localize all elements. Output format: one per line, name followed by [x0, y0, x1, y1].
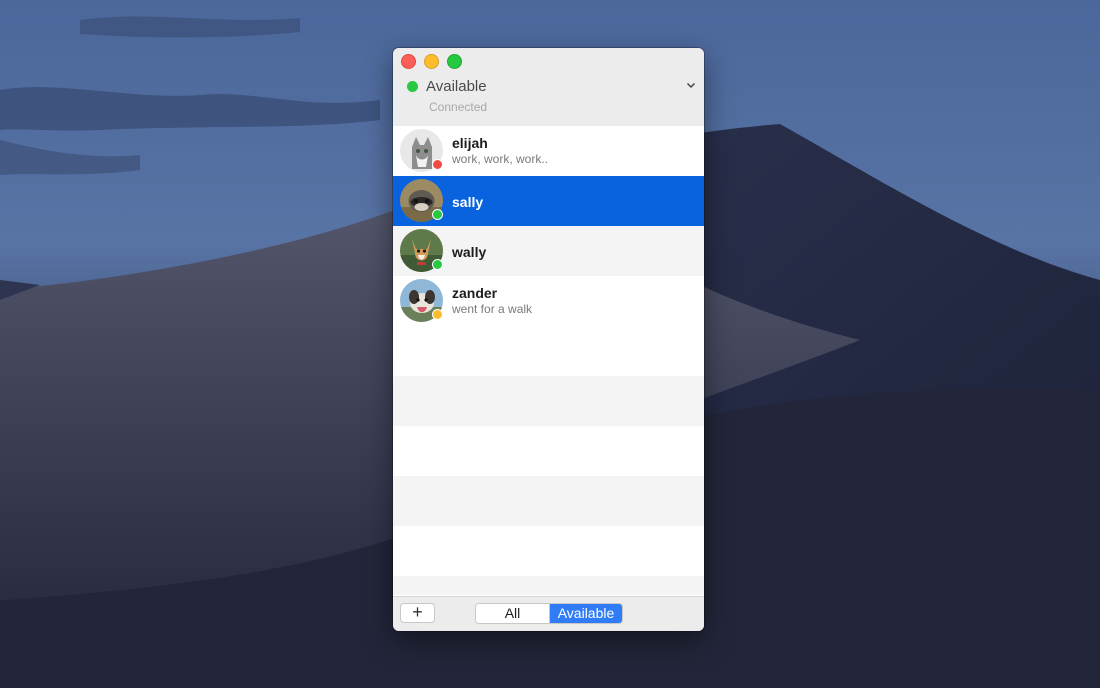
contact-row-sally[interactable]: sally — [393, 176, 704, 226]
titlebar: Available Connected — [393, 48, 704, 127]
status-dot-icon — [407, 80, 418, 92]
status-label: Available — [426, 77, 487, 95]
contact-row-wally[interactable]: wally — [393, 226, 704, 276]
contact-name: sally — [452, 194, 484, 210]
add-contact-button[interactable]: + — [400, 603, 435, 623]
contact-row-elijah[interactable]: elijah work, work, work.. — [393, 126, 704, 176]
contact-status-message: work, work, work.. — [452, 152, 549, 166]
empty-row — [393, 326, 704, 376]
status-selector[interactable]: Available — [407, 76, 700, 96]
contact-status-message: went for a walk — [452, 302, 533, 316]
connection-status-text: Connected — [429, 100, 488, 114]
contact-name: zander — [452, 285, 498, 301]
contacts-window: Available Connected elijah work, work, w… — [393, 48, 704, 631]
close-window-button[interactable] — [401, 54, 416, 69]
contact-name: wally — [452, 244, 487, 260]
presence-busy-icon — [432, 159, 443, 170]
minimize-window-button[interactable] — [424, 54, 439, 69]
filter-available-tab[interactable]: Available — [550, 604, 622, 623]
zoom-window-button[interactable] — [447, 54, 462, 69]
filter-segmented-control[interactable]: All Available — [475, 603, 623, 624]
presence-available-icon — [432, 209, 443, 220]
empty-row — [393, 476, 704, 526]
presence-away-icon — [432, 309, 443, 320]
chevron-down-icon[interactable] — [684, 78, 698, 92]
contact-name: elijah — [452, 135, 488, 151]
window-controls — [401, 54, 462, 69]
filter-all-tab[interactable]: All — [476, 604, 550, 623]
empty-row — [393, 576, 704, 595]
empty-row — [393, 526, 704, 576]
bottom-toolbar: + All Available — [393, 596, 704, 631]
empty-row — [393, 426, 704, 476]
contact-row-zander[interactable]: zander went for a walk — [393, 276, 704, 326]
contact-list[interactable]: elijah work, work, work.. sally wally za… — [393, 126, 704, 595]
empty-row — [393, 376, 704, 426]
presence-available-icon — [432, 259, 443, 270]
